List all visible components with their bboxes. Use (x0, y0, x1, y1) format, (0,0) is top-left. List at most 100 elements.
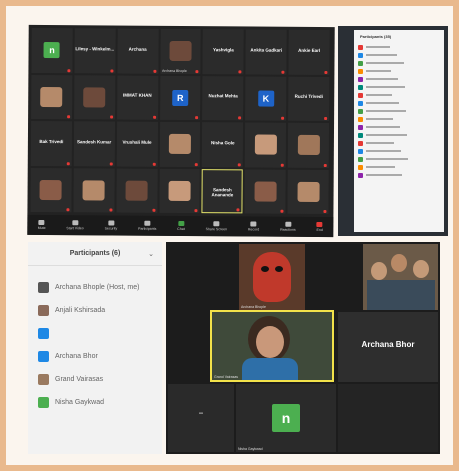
video-tile[interactable]: Vrushali Mule (116, 121, 158, 167)
participant-name-blurred (366, 166, 395, 168)
participant-name-blurred (366, 70, 391, 72)
video-tile[interactable] (159, 121, 201, 167)
muted-mic-icon (109, 162, 113, 166)
video-tile[interactable] (73, 74, 116, 120)
participant-row[interactable] (28, 322, 162, 345)
participant-row[interactable]: Grand Vairasas (28, 368, 162, 391)
muted-mic-icon (324, 70, 328, 74)
participant-row[interactable] (354, 171, 444, 179)
toolbar-button[interactable]: End (316, 221, 323, 232)
toolbar-label: Participants (138, 226, 157, 231)
toolbar-button[interactable]: Chat (177, 220, 185, 231)
participant-row[interactable] (354, 123, 444, 131)
video-tile[interactable]: R (159, 75, 201, 121)
toolbar-button[interactable]: Security (105, 220, 118, 231)
participant-row[interactable]: Nisha Gaykwad (28, 391, 162, 414)
participant-name-blurred (366, 126, 400, 128)
video-tile-name-only[interactable]: Archana Bhor (338, 312, 438, 382)
video-tile[interactable]: Nuzhat Mehta (202, 75, 244, 121)
participants-small-list (354, 43, 444, 179)
video-tile[interactable]: IMMAT KHAN (116, 75, 158, 120)
video-tile[interactable]: Lilesy - Winkelm... (74, 28, 116, 74)
video-tile[interactable] (287, 122, 330, 168)
person-face (391, 254, 407, 272)
toolbar-button[interactable]: Share Screen (206, 221, 227, 231)
video-tile[interactable] (244, 168, 286, 214)
participant-row[interactable] (354, 75, 444, 83)
video-tile[interactable]: Sandesh Ananande (201, 168, 244, 214)
chevron-down-icon[interactable]: ⌄ (148, 250, 154, 258)
muted-mic-icon (109, 115, 113, 119)
participant-row[interactable]: Archana Bhor (28, 345, 162, 368)
toolbar-icon (178, 220, 185, 227)
participant-row[interactable] (354, 115, 444, 123)
toolbar-icon (284, 221, 291, 227)
muted-mic-icon (66, 115, 70, 119)
participant-name-blurred (366, 150, 401, 152)
participant-name-blurred (366, 158, 408, 160)
video-tile-active-speaker[interactable]: Grand Vairasas (210, 310, 334, 382)
video-tile[interactable] (287, 169, 329, 215)
toolbar-button[interactable]: Participants (138, 220, 157, 231)
video-tile[interactable]: Ruchi Trivedi (288, 76, 330, 122)
video-tile[interactable]: Archana Bhople (159, 28, 202, 74)
video-tile[interactable]: Ankita Gadkari (245, 29, 287, 75)
video-tile[interactable]: Archana (117, 28, 159, 74)
participant-name-label: Vrushali Mule (122, 139, 152, 145)
video-tile-empty[interactable] (338, 384, 438, 452)
avatar-letter-tile: n (43, 42, 61, 59)
toolbar-label: End (316, 227, 323, 232)
participant-row[interactable] (354, 147, 444, 155)
participant-row[interactable] (354, 139, 444, 147)
toolbar-button[interactable]: Reactions (280, 221, 296, 232)
participant-name-label: Nisha Gole (210, 140, 235, 146)
video-tile-dash[interactable]: -- (168, 384, 234, 452)
muted-mic-icon (67, 68, 71, 72)
video-tile[interactable] (245, 122, 287, 168)
video-tile-avatar-n[interactable]: n Nisha Gaykwad (236, 384, 336, 452)
participant-row[interactable] (354, 67, 444, 75)
muted-mic-icon (195, 69, 199, 73)
muted-mic-icon (280, 209, 284, 213)
participant-row[interactable]: Archana Bhople (Host, me) (28, 276, 162, 299)
video-tile[interactable] (116, 168, 158, 213)
video-tile[interactable]: Yashvigla (202, 29, 244, 74)
video-tile[interactable]: Ankie Earl (288, 29, 330, 75)
participant-row[interactable] (354, 59, 444, 67)
participant-row[interactable] (354, 91, 444, 99)
toolbar-button[interactable]: Start Video (66, 220, 84, 230)
video-tile[interactable]: Sandesh Kumar (73, 121, 115, 167)
participant-row[interactable] (354, 131, 444, 139)
toolbar-button[interactable]: Record (248, 221, 259, 232)
video-tile[interactable]: n (31, 27, 73, 73)
participant-name-blurred (366, 94, 392, 96)
video-tile[interactable]: Bak Trivedi (30, 120, 72, 166)
participant-row[interactable] (354, 107, 444, 115)
participant-row[interactable]: Anjali Kshirsada (28, 299, 162, 322)
toolbar-button[interactable]: Mute (38, 220, 46, 230)
person-face (413, 260, 429, 278)
participant-name-blurred (366, 102, 399, 104)
participant-row[interactable] (354, 163, 444, 171)
video-tile[interactable] (30, 167, 72, 213)
participant-row[interactable] (354, 99, 444, 107)
video-tile-mask[interactable]: Archana Bhople (239, 244, 305, 310)
speaker-gallery-photo: Archana Bhople Grand Vairasas Archana Bh… (166, 242, 440, 454)
video-tile[interactable] (158, 168, 201, 214)
participant-row[interactable] (354, 83, 444, 91)
video-tile[interactable] (73, 167, 115, 213)
participant-name-blurred (366, 142, 394, 144)
participant-row[interactable] (354, 51, 444, 59)
video-tile[interactable] (31, 74, 73, 120)
video-tile-group[interactable] (363, 244, 438, 310)
video-tile[interactable]: K (245, 75, 287, 121)
avatar (358, 116, 363, 122)
participant-row[interactable] (354, 43, 444, 51)
muted-mic-icon (152, 69, 156, 73)
video-tile[interactable]: Nisha Gole (202, 122, 244, 167)
participant-row[interactable] (354, 155, 444, 163)
participant-name-label: Yashvigla (213, 47, 234, 53)
participant-video (254, 134, 277, 155)
muted-mic-icon (238, 116, 242, 120)
participant-name: Anjali Kshirsada (55, 307, 106, 314)
